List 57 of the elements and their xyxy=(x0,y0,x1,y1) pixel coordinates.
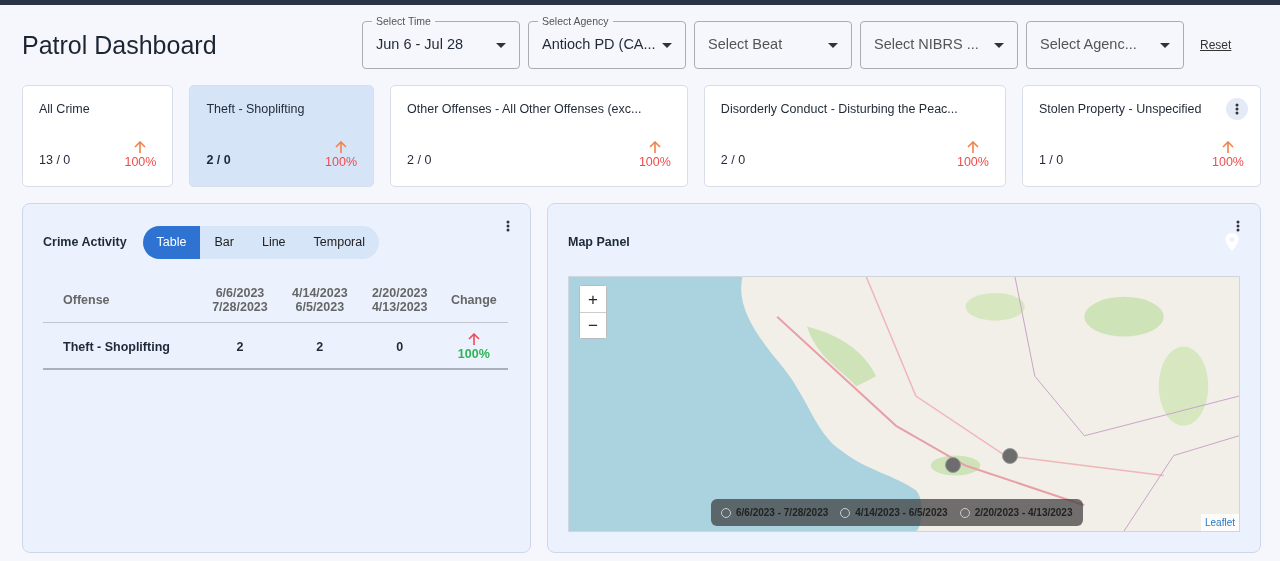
card-title: Disorderly Conduct - Disturbing the Peac... xyxy=(720,101,958,118)
dropdown-caret-icon xyxy=(994,42,1004,48)
summary-card[interactable]: Theft - Shoplifting 2 / 0 100% xyxy=(189,85,375,187)
panel-title: Crime Activity xyxy=(43,234,127,251)
summary-card[interactable]: Stolen Property - Unspecified 1 / 0 100% xyxy=(1021,85,1261,187)
crime-count: 2 / 0 xyxy=(206,151,231,169)
view-tab[interactable]: Line xyxy=(247,226,300,259)
dropdown-placeholder: Select Agenc... xyxy=(1040,35,1137,55)
dropdown-label: Select Agency xyxy=(538,14,613,30)
table-cell: 2 xyxy=(279,322,360,369)
crime-count: 2 / 0 xyxy=(407,151,432,169)
page-title: Patrol Dashboard xyxy=(22,30,218,60)
reset-link[interactable]: Reset xyxy=(1200,36,1232,54)
more-options-icon[interactable] xyxy=(1226,98,1248,120)
change-percent: 100% xyxy=(956,154,989,169)
select-dropdown[interactable]: Select Beat xyxy=(694,21,852,69)
summary-card[interactable]: Other Offenses - All Other Offenses (exc... 2 / 0 100% xyxy=(390,85,688,187)
column-header: 4/14/2023 6/5/2023 xyxy=(279,278,360,323)
change-percent: 100% xyxy=(638,154,671,169)
dropdown-caret-icon xyxy=(828,42,838,48)
table-cell: 0 xyxy=(359,322,440,369)
change-percent: 100% xyxy=(1212,154,1244,169)
table-cell: 2 xyxy=(200,322,280,369)
crime-count: 13 / 0 xyxy=(39,151,71,169)
dropdown-value: Antioch PD (CA... xyxy=(542,35,656,55)
table-cell: Theft - Shoplifting xyxy=(43,322,201,369)
summary-card[interactable]: All Crime 13 / 0 100% xyxy=(22,85,174,187)
card-title: Stolen Property - Unspecified xyxy=(1038,101,1202,118)
zoom-out-button[interactable]: − xyxy=(580,312,606,338)
more-options-icon[interactable] xyxy=(506,220,510,232)
column-header: 6/6/2023 7/28/2023 xyxy=(200,278,280,323)
panel-title: Map Panel xyxy=(568,233,630,251)
crime-count: 2 / 0 xyxy=(720,151,746,169)
dropdown-placeholder: Select Beat xyxy=(708,35,783,55)
attribution-link[interactable]: Leaflet xyxy=(1200,514,1239,531)
card-title: All Crime xyxy=(39,101,90,118)
view-tab[interactable]: Table xyxy=(142,226,201,259)
dropdown-caret-icon xyxy=(496,42,506,48)
view-tab[interactable]: Temporal xyxy=(299,226,379,259)
card-title: Other Offenses - All Other Offenses (exc... xyxy=(407,101,642,118)
column-header: 2/20/2023 4/13/2023 xyxy=(359,278,440,323)
dropdown-value: Jun 6 - Jul 28 xyxy=(376,35,464,55)
column-header: Change xyxy=(439,278,508,323)
more-options-icon[interactable] xyxy=(1236,220,1240,232)
dropdown-caret-icon xyxy=(662,42,672,48)
dropdown-placeholder: Select NIBRS ... xyxy=(874,35,979,55)
select-dropdown[interactable]: Select NIBRS ... xyxy=(860,21,1018,69)
select-dropdown[interactable]: Select Agenc... xyxy=(1026,21,1184,69)
view-tab[interactable]: Bar xyxy=(200,226,248,259)
change-percent: 100% xyxy=(124,154,157,169)
column-header: Offense xyxy=(43,278,201,323)
crime-count: 1 / 0 xyxy=(1038,151,1064,169)
card-title: Theft - Shoplifting xyxy=(206,101,305,118)
change-percent: 100% xyxy=(325,154,358,169)
summary-card[interactable]: Disorderly Conduct - Disturbing the Peac... 2 / 0 100% xyxy=(703,85,1006,187)
change-percent: 100% xyxy=(457,347,490,362)
dropdown-caret-icon xyxy=(1160,42,1170,48)
